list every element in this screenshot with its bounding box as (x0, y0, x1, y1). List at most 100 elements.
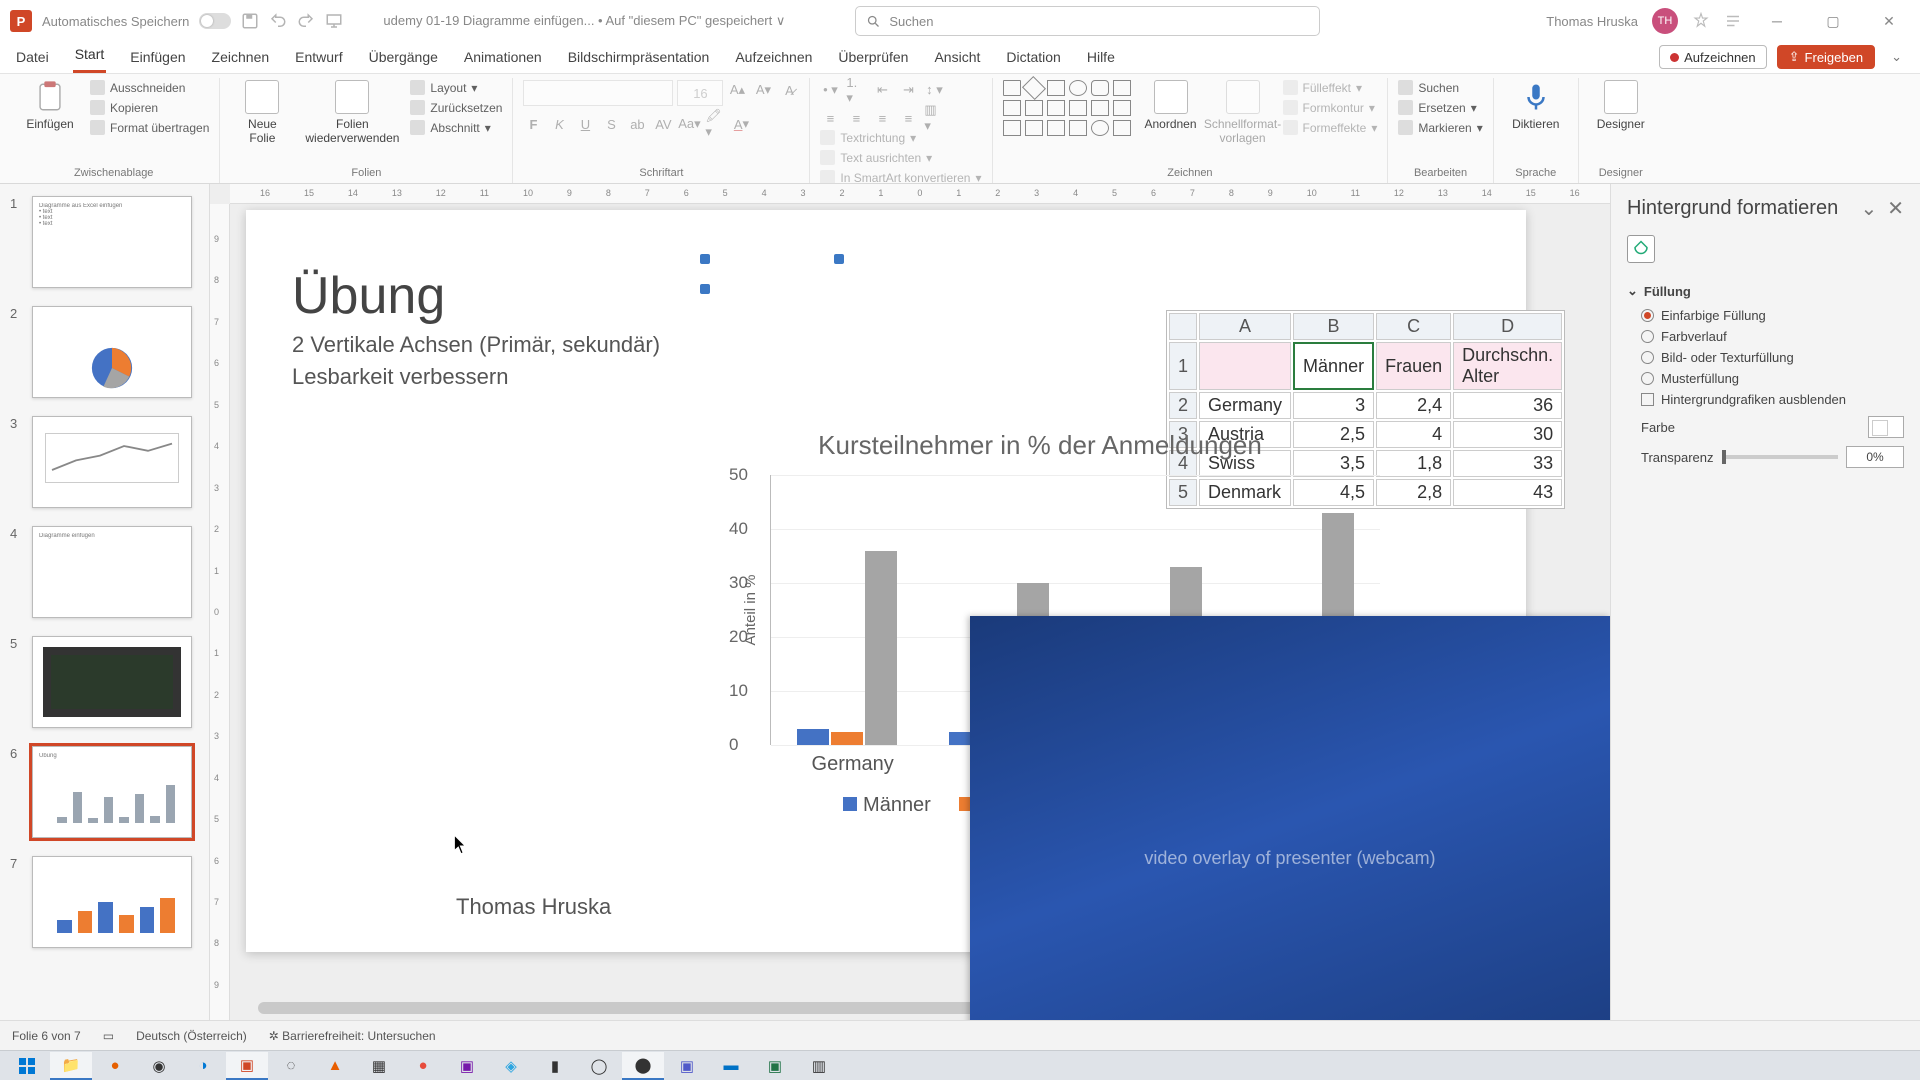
fill-category-icon[interactable] (1627, 235, 1655, 263)
slide-thumbnail-panel[interactable]: 1Diagramme aus Excel einfügen• text• tex… (0, 184, 210, 1020)
range-handle-icon[interactable] (834, 254, 844, 264)
horizontal-scrollbar[interactable] (246, 1000, 1036, 1016)
clear-format-icon[interactable]: A̷ (779, 80, 799, 100)
indent-inc-button[interactable]: ⇥ (898, 80, 918, 100)
telegram-icon[interactable]: ◈ (490, 1052, 532, 1080)
text-direction-button[interactable]: Textrichtung ▾ (820, 130, 981, 145)
tab-einfuegen[interactable]: Einfügen (128, 43, 187, 73)
reuse-slides-button[interactable]: Folien wiederverwenden (302, 80, 402, 145)
tab-zeichnen[interactable]: Zeichnen (210, 43, 272, 73)
collapse-ribbon-icon[interactable]: ⌄ (1885, 45, 1908, 69)
range-handle-icon[interactable] (700, 284, 710, 294)
slide-thumb-2[interactable] (32, 306, 192, 398)
search-box[interactable]: Suchen (855, 6, 1320, 36)
align-text-button[interactable]: Text ausrichten ▾ (820, 150, 981, 165)
app-icon[interactable]: ▥ (798, 1052, 840, 1080)
undo-icon[interactable] (269, 12, 287, 30)
maximize-button[interactable]: ▢ (1812, 6, 1854, 36)
highlight-button[interactable]: 🖍▾ (705, 114, 725, 134)
bold-button[interactable]: F (523, 114, 543, 134)
fill-solid-radio[interactable]: Einfarbige Füllung (1627, 305, 1904, 326)
format-painter-button[interactable]: Format übertragen (90, 120, 209, 135)
coming-soon-icon[interactable] (1692, 12, 1710, 30)
decrease-font-icon[interactable]: A▾ (753, 80, 773, 100)
font-family-combo[interactable] (523, 80, 673, 106)
vertical-scrollbar[interactable] (1592, 208, 1608, 408)
dictate-button[interactable]: Diktieren (1504, 80, 1568, 131)
onenote-icon[interactable]: ▣ (446, 1052, 488, 1080)
bullets-button[interactable]: • ▾ (820, 80, 840, 100)
underline-button[interactable]: U (575, 114, 595, 134)
user-name[interactable]: Thomas Hruska (1546, 14, 1638, 29)
app-icon[interactable]: ● (402, 1052, 444, 1080)
align-left-button[interactable]: ≡ (820, 108, 840, 128)
slide-position[interactable]: Folie 6 von 7 (12, 1029, 81, 1043)
redo-icon[interactable] (297, 12, 315, 30)
slide-text-block[interactable]: Übung 2 Vertikale Achsen (Primär, sekund… (292, 266, 660, 390)
close-button[interactable]: ✕ (1868, 6, 1910, 36)
line-spacing-button[interactable]: ↕ ▾ (924, 80, 944, 100)
obs-icon[interactable]: ⬤ (622, 1052, 664, 1080)
quick-styles-button[interactable]: Schnellformat- vorlagen (1211, 80, 1275, 145)
pane-close-icon[interactable]: ✕ (1887, 196, 1904, 221)
shadow-button[interactable]: ab (627, 114, 647, 134)
case-button[interactable]: Aa▾ (679, 114, 699, 134)
section-fill-header[interactable]: ⌄Füllung (1627, 277, 1904, 305)
tab-hilfe[interactable]: Hilfe (1085, 43, 1117, 73)
slide-thumb-5[interactable] (32, 636, 192, 728)
align-justify-button[interactable]: ≡ (898, 108, 918, 128)
transparency-slider[interactable] (1722, 455, 1839, 459)
slide-thumb-4[interactable]: Diagramme einfügen (32, 526, 192, 618)
app-icon[interactable]: ▮ (534, 1052, 576, 1080)
copy-button[interactable]: Kopieren (90, 100, 209, 115)
align-right-button[interactable]: ≡ (872, 108, 892, 128)
edge-icon[interactable]: ◑ (182, 1052, 224, 1080)
shape-outline-button[interactable]: Formkontur ▾ (1283, 100, 1378, 115)
tab-animationen[interactable]: Animationen (462, 43, 544, 73)
tab-ansicht[interactable]: Ansicht (932, 43, 982, 73)
indent-dec-button[interactable]: ⇤ (872, 80, 892, 100)
range-handle-icon[interactable] (700, 254, 710, 264)
app-icon[interactable]: ◯ (578, 1052, 620, 1080)
transparency-value[interactable]: 0% (1846, 446, 1904, 468)
accessibility-status[interactable]: ✲ Barrierefreiheit: Untersuchen (269, 1029, 436, 1043)
new-slide-button[interactable]: Neue Folie (230, 80, 294, 145)
vlc-icon[interactable]: ▲ (314, 1052, 356, 1080)
record-button[interactable]: Aufzeichnen (1659, 45, 1767, 69)
document-title[interactable]: udemy 01-19 Diagramme einfügen... • Auf … (383, 13, 785, 29)
present-icon[interactable] (325, 12, 343, 30)
section-button[interactable]: Abschnitt ▾ (410, 120, 502, 135)
fill-gradient-radio[interactable]: Farbverlauf (1627, 326, 1904, 347)
select-button[interactable]: Markieren ▾ (1398, 120, 1482, 135)
teams-icon[interactable]: ▣ (666, 1052, 708, 1080)
find-button[interactable]: Suchen (1398, 80, 1482, 95)
slide-thumb-6[interactable]: Übung (32, 746, 192, 838)
ribbon-mode-icon[interactable] (1724, 12, 1742, 30)
autosave-toggle[interactable] (199, 13, 231, 29)
increase-font-icon[interactable]: A▴ (727, 80, 747, 100)
spacing-button[interactable]: AV (653, 114, 673, 134)
powerpoint-icon[interactable]: ▣ (226, 1052, 268, 1080)
excel-icon[interactable]: ▣ (754, 1052, 796, 1080)
fill-color-button[interactable] (1868, 416, 1904, 438)
align-center-button[interactable]: ≡ (846, 108, 866, 128)
layout-button[interactable]: Layout ▾ (410, 80, 502, 95)
firefox-icon[interactable]: ● (94, 1052, 136, 1080)
slide-thumb-1[interactable]: Diagramme aus Excel einfügen• text• text… (32, 196, 192, 288)
notes-icon[interactable]: ▭ (103, 1029, 114, 1043)
numbering-button[interactable]: 1. ▾ (846, 80, 866, 100)
tab-ueberpruefen[interactable]: Überprüfen (836, 43, 910, 73)
chrome-icon[interactable]: ◉ (138, 1052, 180, 1080)
pane-options-icon[interactable]: ⌄ (1860, 196, 1877, 221)
tab-uebergaenge[interactable]: Übergänge (367, 43, 440, 73)
start-button[interactable] (6, 1052, 48, 1080)
app-icon[interactable]: ◌ (270, 1052, 312, 1080)
hide-bg-graphics-check[interactable]: Hintergrundgrafiken ausblenden (1627, 389, 1904, 410)
shape-fill-button[interactable]: Fülleffekt ▾ (1283, 80, 1378, 95)
italic-button[interactable]: K (549, 114, 569, 134)
tab-datei[interactable]: Datei (14, 43, 51, 73)
paste-button[interactable]: Einfügen (18, 80, 82, 131)
font-size-combo[interactable]: 16 (677, 80, 723, 106)
app-icon[interactable]: ▦ (358, 1052, 400, 1080)
share-button[interactable]: ⇪Freigeben (1777, 45, 1875, 69)
